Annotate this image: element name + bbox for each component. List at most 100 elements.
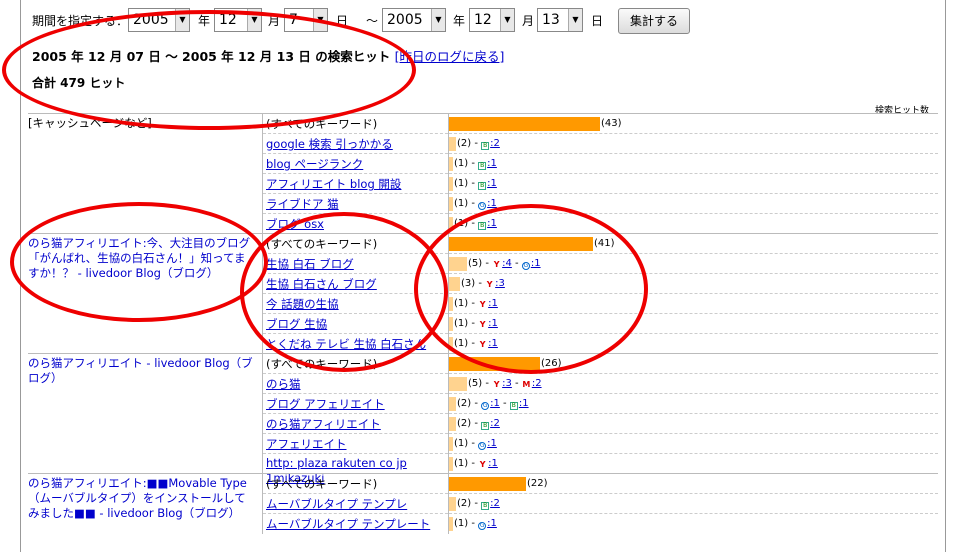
keyword-row: ライブドア 猫 bbox=[263, 194, 448, 214]
google-icon: G bbox=[478, 202, 487, 210]
chevron-down-icon: ▼ bbox=[568, 9, 582, 31]
submit-button[interactable]: 集計する bbox=[618, 8, 690, 34]
engine-link[interactable]: B:1 bbox=[509, 398, 529, 410]
to-year-value: 2005 bbox=[387, 12, 423, 28]
hits-row: (1) - B:1 bbox=[449, 174, 938, 194]
engine-link[interactable]: B:2 bbox=[481, 418, 500, 430]
engine-link[interactable]: B:1 bbox=[478, 178, 497, 190]
keyword-link[interactable]: ライブドア 猫 bbox=[266, 196, 339, 212]
yahoo-icon: Y bbox=[493, 380, 500, 389]
keyword-link[interactable]: のら猫アフィリエイト bbox=[266, 416, 381, 432]
search-engine-icon: B bbox=[481, 502, 490, 510]
keyword-row: アフェリエイト bbox=[263, 434, 448, 454]
keyword-column: (すべてのキーワード) ムーバブルタイプ テンプレムーバブルタイプ テンプレート bbox=[262, 474, 448, 534]
annotation-ellipse bbox=[10, 202, 268, 322]
hits-column: (22) (2) - B:2 (1) - G:1 bbox=[448, 474, 938, 534]
hit-bar bbox=[449, 377, 467, 391]
keyword-link[interactable]: アフィリエイト blog 開設 bbox=[266, 176, 401, 192]
engine-count: :1 bbox=[487, 518, 497, 529]
to-month-value: 12 bbox=[474, 12, 492, 28]
hit-count: (1) - B:1 bbox=[454, 178, 497, 190]
hit-count-text: (1) - bbox=[454, 438, 479, 449]
engine-link[interactable]: G:1 bbox=[481, 398, 500, 410]
search-engine-icon: B bbox=[478, 182, 487, 190]
hits-row: (2) - G:1 - B:1 bbox=[449, 394, 938, 414]
hit-bar bbox=[449, 517, 453, 531]
engine-count: :1 bbox=[488, 458, 498, 469]
hits-row: (1) - B:1 bbox=[449, 154, 938, 174]
engine-count: :1 bbox=[487, 178, 497, 189]
chevron-down-icon: ▼ bbox=[431, 9, 445, 31]
page-link[interactable]: のら猫アフィリエイト:■■Movable Type（ムーバブルタイプ）をインスト… bbox=[28, 476, 247, 520]
keyword-link[interactable]: ブログ アフェリエイト bbox=[266, 396, 385, 412]
hit-count: (1) - B:1 bbox=[454, 158, 497, 170]
hits-row: (1) - G:1 bbox=[449, 434, 938, 454]
separator: - bbox=[511, 378, 522, 389]
search-engine-icon: B bbox=[481, 422, 490, 430]
engine-link[interactable]: B:1 bbox=[478, 158, 497, 170]
to-year-select[interactable]: 2005 ▼ bbox=[382, 8, 446, 32]
annotation-ellipse bbox=[2, 10, 416, 130]
hit-count: (22) bbox=[527, 478, 548, 489]
engine-count: :3 bbox=[502, 378, 512, 389]
hits-row: (5) - Y:3 - M:2 bbox=[449, 374, 938, 394]
hit-count: (43) bbox=[601, 118, 622, 129]
hit-count-text: (2) - bbox=[457, 398, 482, 409]
hit-count-text: (2) - bbox=[457, 498, 482, 509]
keyword-row: (すべてのキーワード) bbox=[263, 474, 448, 494]
engine-link[interactable]: B:2 bbox=[481, 498, 500, 510]
keyword-link[interactable]: アフェリエイト bbox=[266, 436, 347, 452]
hits-row: (2) - B:2 bbox=[449, 134, 938, 154]
engine-link[interactable]: G:1 bbox=[478, 438, 497, 450]
to-day-select[interactable]: 13 ▼ bbox=[537, 8, 583, 32]
keyword-row: のら猫 bbox=[263, 374, 448, 394]
day-label-2: 日 bbox=[591, 14, 604, 28]
keyword-link[interactable]: blog ページランク bbox=[266, 156, 363, 172]
annotation-ellipse bbox=[414, 204, 648, 374]
hit-count: (1) - G:1 bbox=[454, 438, 497, 450]
hits-row: (2) - B:2 bbox=[449, 414, 938, 434]
hit-bar bbox=[449, 177, 453, 191]
hit-count-text: (1) - bbox=[454, 518, 479, 529]
google-icon: G bbox=[478, 442, 487, 450]
page-link[interactable]: のら猫アフィリエイト - livedoor Blog（ブログ） bbox=[28, 356, 253, 385]
engine-link[interactable]: G:1 bbox=[478, 518, 497, 530]
engine-link[interactable]: Y:3 bbox=[492, 378, 512, 389]
engine-link[interactable]: B:2 bbox=[481, 138, 500, 150]
keyword-link[interactable]: ムーバブルタイプ テンプレート bbox=[266, 516, 430, 532]
engine-link[interactable]: M:2 bbox=[522, 378, 542, 389]
keyword-row: アフィリエイト blog 開設 bbox=[263, 174, 448, 194]
keyword-row: blog ページランク bbox=[263, 154, 448, 174]
engine-count: :2 bbox=[531, 378, 542, 389]
hit-bar bbox=[449, 497, 456, 511]
keyword-row: ムーバブルタイプ テンプレ bbox=[263, 494, 448, 514]
google-icon: G bbox=[481, 402, 490, 410]
to-month-select[interactable]: 12 ▼ bbox=[469, 8, 515, 32]
hit-count-text: (1) - bbox=[454, 178, 479, 189]
engine-count: :1 bbox=[490, 398, 500, 409]
engine-count: :1 bbox=[487, 158, 497, 169]
keyword-link[interactable]: google 検索 引っかかる bbox=[266, 136, 393, 152]
result-group: のら猫アフィリエイト - livedoor Blog（ブログ） (すべてのキーワー… bbox=[28, 353, 938, 485]
hit-count-text: (1) - bbox=[454, 158, 479, 169]
keyword-link[interactable]: ムーバブルタイプ テンプレ bbox=[266, 496, 407, 512]
page-cell: のら猫アフィリエイト - livedoor Blog（ブログ） bbox=[28, 356, 253, 386]
keyword-column: (すべてのキーワード) のら猫 ブログ アフェリエイト のら猫アフィリエイト アフェリエ… bbox=[262, 354, 448, 485]
yahoo-icon: Y bbox=[479, 460, 486, 469]
hit-count-text: (2) - bbox=[457, 418, 482, 429]
hit-count: (5) - Y:3 - M:2 bbox=[468, 378, 542, 389]
hit-count-text: (1) - bbox=[454, 458, 479, 469]
year-label-2: 年 bbox=[453, 14, 466, 28]
engine-link[interactable]: Y:1 bbox=[478, 458, 498, 469]
keyword-row: http: plaza rakuten co jp 1mikazuki bbox=[263, 454, 448, 485]
hit-bar bbox=[449, 137, 456, 151]
hit-count: (2) - B:2 bbox=[457, 418, 500, 430]
all-keywords-label: (すべてのキーワード) bbox=[266, 477, 378, 491]
keyword-link[interactable]: のら猫 bbox=[266, 376, 301, 392]
hit-bar bbox=[449, 417, 456, 431]
keyword-row: ブログ アフェリエイト bbox=[263, 394, 448, 414]
hit-bar bbox=[449, 437, 453, 451]
separator: - bbox=[499, 398, 510, 409]
hits-row: (22) bbox=[449, 474, 938, 494]
to-day-value: 13 bbox=[542, 12, 560, 28]
